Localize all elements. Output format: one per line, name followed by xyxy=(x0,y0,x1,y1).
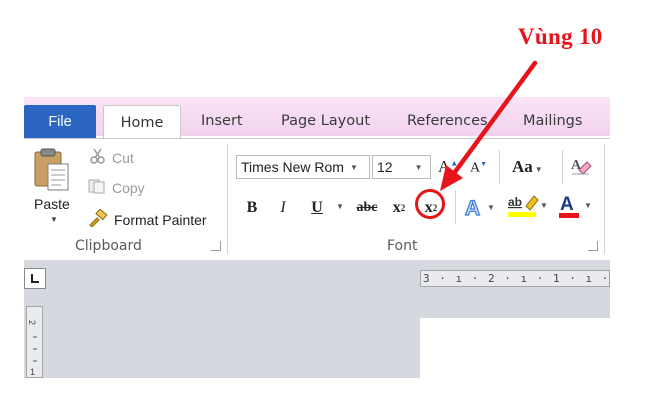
font-name-value: Times New Rom xyxy=(241,159,344,175)
cut-button[interactable]: Cut xyxy=(90,148,134,167)
subscript-mark: 2 xyxy=(400,203,406,213)
clear-formatting-icon[interactable]: A xyxy=(569,154,593,181)
document-page[interactable] xyxy=(420,318,610,378)
italic-button[interactable]: I xyxy=(274,196,292,220)
chevron-down-icon: ▼ xyxy=(532,165,543,174)
copy-icon xyxy=(88,178,106,197)
highlight-button[interactable]: ab ▼ xyxy=(506,192,548,225)
svg-text:ab: ab xyxy=(508,195,522,209)
separator xyxy=(455,190,456,224)
tab-references[interactable]: References xyxy=(407,113,488,129)
format-painter-label: Format Painter xyxy=(114,211,207,228)
tab-mailings[interactable]: Mailings xyxy=(523,113,582,129)
separator xyxy=(562,150,563,184)
format-painter-button[interactable]: Format Painter xyxy=(88,208,207,230)
horizontal-ruler[interactable]: 3 · ı · 2 · ı · 1 · ı · | · ı xyxy=(420,270,610,287)
cut-label: Cut xyxy=(112,149,134,166)
svg-text:2: 2 xyxy=(27,320,37,325)
copy-label: Copy xyxy=(112,179,145,196)
underline-dropdown-icon[interactable]: ▼ xyxy=(336,202,344,211)
tab-insert[interactable]: Insert xyxy=(201,113,243,129)
paste-icon[interactable] xyxy=(30,146,72,194)
paintbrush-icon xyxy=(88,208,108,230)
separator xyxy=(499,150,500,184)
tab-selector[interactable] xyxy=(24,268,46,289)
vertical-ruler[interactable]: 2 1 xyxy=(26,306,43,378)
underline-button[interactable]: U xyxy=(306,196,328,220)
shrink-font-icon[interactable]: A▼ xyxy=(470,160,487,177)
svg-text:A: A xyxy=(465,197,480,220)
tab-home[interactable]: Home xyxy=(103,105,181,140)
tab-file[interactable]: File xyxy=(24,105,96,138)
paste-dropdown-icon[interactable]: ▼ xyxy=(50,215,58,224)
bold-button[interactable]: B xyxy=(241,196,263,220)
svg-text:1: 1 xyxy=(30,367,35,377)
subscript-letter: x xyxy=(392,199,401,216)
chevron-down-icon[interactable]: ▼ xyxy=(350,163,358,172)
subscript-button[interactable]: x2 xyxy=(388,196,410,220)
strikethrough-button[interactable]: abc xyxy=(354,196,380,220)
clipboard-group-label: Clipboard xyxy=(75,238,142,254)
paste-button-label[interactable]: Paste xyxy=(34,196,70,212)
group-separator xyxy=(604,144,605,254)
tab-page-layout[interactable]: Page Layout xyxy=(281,113,370,129)
font-size-value: 12 xyxy=(377,159,393,175)
dialog-launcher-icon[interactable] xyxy=(588,241,598,251)
change-case-label: Aa xyxy=(512,157,533,176)
text-effects-icon[interactable]: A ▼ xyxy=(463,194,497,225)
chevron-down-icon[interactable]: ▼ xyxy=(415,163,423,172)
grow-font-icon[interactable]: A▲ xyxy=(438,157,458,177)
svg-text:▼: ▼ xyxy=(584,201,592,210)
svg-text:A: A xyxy=(560,194,574,215)
annotation-label: Vùng 10 xyxy=(518,24,603,49)
scissors-icon xyxy=(90,148,106,167)
change-case-button[interactable]: Aa ▼ xyxy=(512,157,543,177)
font-size-combobox[interactable]: 12 ▼ xyxy=(372,155,431,179)
font-color-button[interactable]: A ▼ xyxy=(557,192,597,225)
font-name-combobox[interactable]: Times New Rom ▼ xyxy=(236,155,370,179)
annotation-circle xyxy=(415,189,445,219)
group-separator xyxy=(227,144,228,254)
svg-text:▼: ▼ xyxy=(487,203,495,212)
copy-button[interactable]: Copy xyxy=(88,178,145,197)
dialog-launcher-icon[interactable] xyxy=(211,241,221,251)
font-group-label: Font xyxy=(387,238,418,254)
svg-text:▼: ▼ xyxy=(540,201,548,210)
